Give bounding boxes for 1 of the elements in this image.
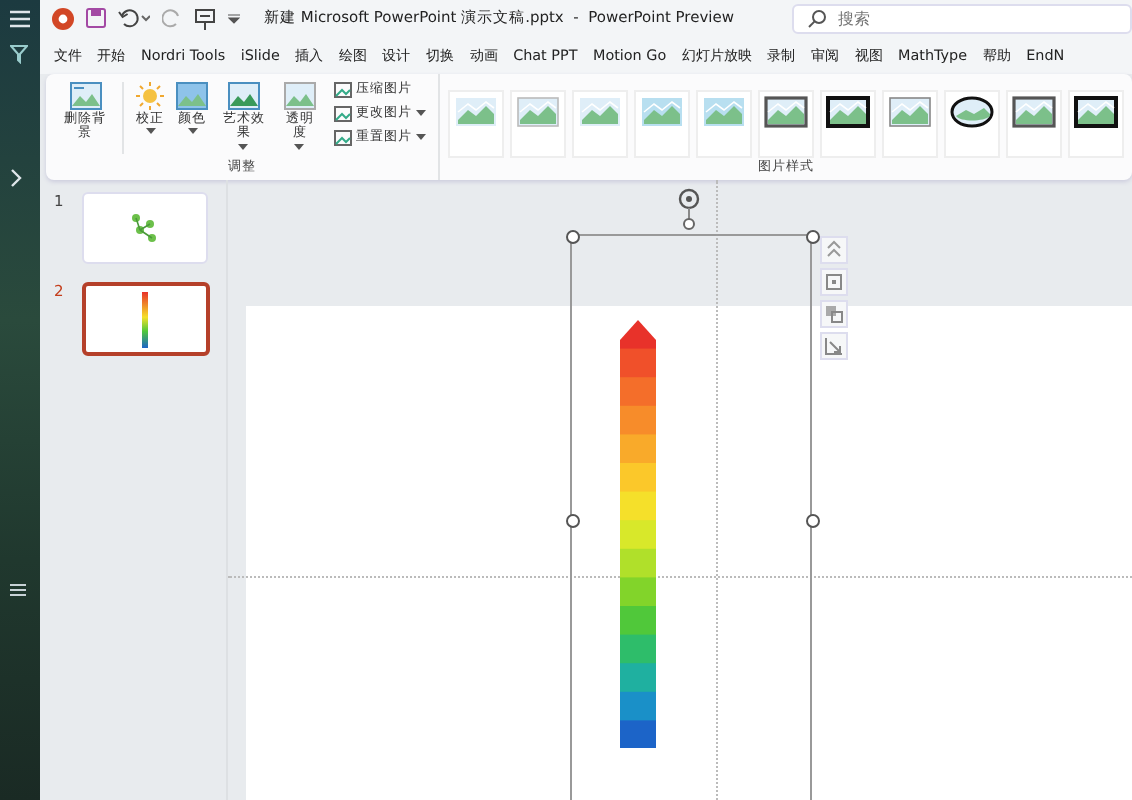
search-field[interactable]: 搜索 [792,3,1132,33]
